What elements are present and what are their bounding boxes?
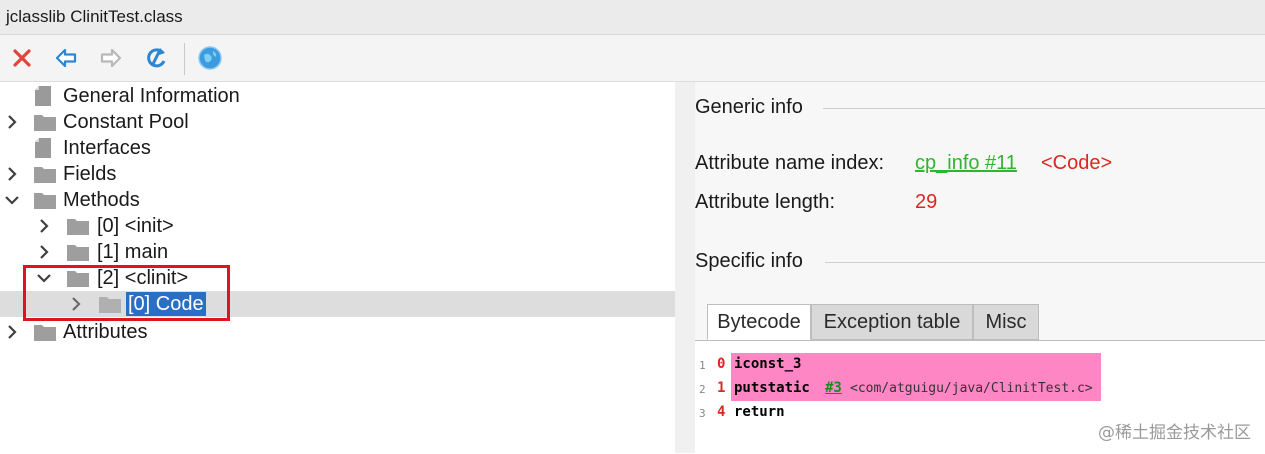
section-divider: [823, 108, 1265, 109]
close-button[interactable]: [7, 43, 37, 73]
tree-item-code[interactable]: [0] Code: [0, 291, 675, 317]
instruction-comment: <com/atguigu/java/ClinitTest.c>: [850, 381, 1093, 396]
tree-item-fields[interactable]: Fields: [0, 161, 675, 187]
tree-item-method-clinit[interactable]: [2] <clinit>: [0, 265, 675, 291]
folder-icon: [34, 325, 56, 341]
specific-info-title: Specific info: [695, 250, 803, 272]
attribute-name-value: <Code>: [1041, 152, 1113, 174]
chevron-right-icon[interactable]: [3, 165, 21, 183]
tab-bytecode[interactable]: Bytecode: [707, 304, 811, 340]
bytecode-offset: 4: [717, 404, 726, 420]
folder-icon: [67, 219, 89, 235]
attribute-length-value: 29: [915, 191, 938, 213]
refresh-icon: [147, 48, 166, 68]
folder-icon: [99, 297, 121, 313]
constant-pool-ref-link[interactable]: #3: [825, 380, 842, 396]
arrow-left-icon: [55, 48, 77, 68]
title-bar: jclasslib ClinitTest.class: [0, 0, 1265, 35]
tree-item-label: Methods: [63, 189, 140, 211]
chevron-down-icon[interactable]: [3, 191, 21, 209]
attribute-length-label: Attribute length:: [695, 191, 836, 213]
split-pane-divider[interactable]: [675, 82, 695, 453]
tree-item-label: Attributes: [63, 321, 148, 343]
document-icon: [35, 138, 51, 158]
tree-item-label: [2] <clinit>: [97, 267, 189, 289]
web-button[interactable]: [195, 43, 225, 73]
instruction: return: [734, 404, 785, 420]
tree-item-label: General Information: [63, 85, 240, 107]
tree-item-general-information[interactable]: General Information: [0, 83, 675, 109]
watermark: @稀土掘金技术社区: [1098, 423, 1251, 443]
bytecode-offset: 0: [717, 356, 726, 372]
arrow-right-icon: [100, 48, 122, 68]
tree-item-method-init[interactable]: [0] <init>: [0, 213, 675, 239]
document-icon: [35, 86, 51, 106]
toolbar: [0, 35, 1265, 82]
chevron-right-icon[interactable]: [3, 113, 21, 131]
code-line: 1 0 iconst_3: [695, 353, 1265, 377]
chevron-right-icon[interactable]: [67, 295, 85, 313]
folder-icon: [34, 193, 56, 209]
line-number: 3: [699, 407, 706, 420]
tab-exception-table[interactable]: Exception table: [811, 304, 973, 340]
tree-item-label: Interfaces: [63, 137, 151, 159]
forward-button[interactable]: [96, 43, 126, 73]
close-icon: [13, 49, 31, 67]
back-button[interactable]: [51, 43, 81, 73]
section-divider: [825, 262, 1265, 263]
tree-item-interfaces[interactable]: Interfaces: [0, 135, 675, 161]
generic-info-title: Generic info: [695, 96, 803, 118]
bytecode-offset: 1: [717, 380, 726, 396]
class-tree: General Information Constant Pool Interf…: [0, 82, 675, 453]
chevron-right-icon[interactable]: [35, 217, 53, 235]
instruction: putstatic: [734, 380, 810, 396]
folder-icon: [67, 245, 89, 261]
folder-icon: [67, 271, 89, 287]
tree-item-methods[interactable]: Methods: [0, 187, 675, 213]
chevron-down-icon[interactable]: [35, 269, 53, 287]
reload-button[interactable]: [141, 43, 171, 73]
cp-info-link[interactable]: cp_info #11: [915, 152, 1017, 175]
line-number: 2: [699, 383, 706, 396]
chevron-right-icon[interactable]: [3, 323, 21, 341]
detail-panel: Generic info Attribute name index: cp_in…: [695, 82, 1265, 454]
folder-icon: [34, 115, 56, 131]
attribute-name-index-label: Attribute name index:: [695, 152, 884, 174]
window-title: jclasslib ClinitTest.class: [6, 7, 183, 26]
chevron-right-icon[interactable]: [35, 243, 53, 261]
tree-item-attributes[interactable]: Attributes: [0, 319, 675, 345]
tree-item-label: [1] main: [97, 241, 169, 263]
tree-item-label: Fields: [63, 163, 117, 185]
toolbar-separator: [184, 43, 185, 75]
tree-item-label: [0] <init>: [97, 215, 174, 237]
line-number: 1: [699, 359, 706, 372]
instruction: iconst_3: [734, 356, 802, 372]
tree-item-constant-pool[interactable]: Constant Pool: [0, 109, 675, 135]
code-line: 2 1 putstatic #3 <com/atguigu/java/Clini…: [695, 377, 1265, 401]
tree-item-label: [0] Code: [126, 292, 206, 316]
folder-icon: [34, 167, 56, 183]
tree-item-method-main[interactable]: [1] main: [0, 239, 675, 265]
tab-misc[interactable]: Misc: [973, 304, 1039, 340]
globe-icon: [198, 46, 222, 70]
tree-item-label: Constant Pool: [63, 111, 189, 133]
